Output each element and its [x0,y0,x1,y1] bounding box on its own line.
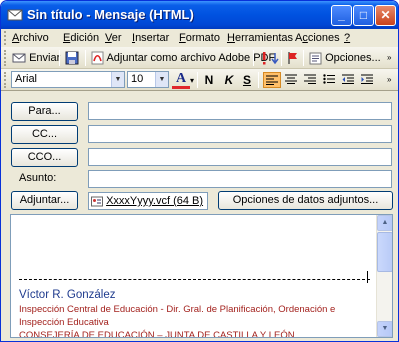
window-title: Sin título - Mensaje (HTML) [27,7,194,22]
menubar-grip[interactable] [4,31,7,45]
close-button[interactable]: ✕ [375,5,396,26]
to-button[interactable]: Para... [11,102,78,121]
menu-ver[interactable]: Ver [105,32,122,44]
attach-pdf-button[interactable]: Adjuntar como archivo Adobe PDF [91,50,275,66]
align-left-button[interactable] [263,72,281,88]
signature-name: Víctor R. González [19,289,116,301]
align-center-button[interactable] [282,72,300,88]
subject-field[interactable] [88,170,392,188]
scroll-thumb[interactable] [377,232,392,272]
title-bar[interactable]: Sin título - Mensaje (HTML) _ □ ✕ [1,1,398,29]
importance-high-button[interactable] [259,50,269,66]
save-button[interactable] [65,50,79,66]
increase-indent-icon [361,74,373,84]
send-icon [12,53,26,63]
align-center-icon [285,74,297,84]
font-family-select[interactable]: Arial ▼ [11,71,125,88]
align-left-icon [266,75,278,85]
to-field[interactable] [88,102,392,120]
message-window: Sin título - Mensaje (HTML) _ □ ✕ Archiv… [0,0,399,342]
font-size-value: 10 [131,73,144,85]
font-color-dropdown[interactable]: ▾ [190,73,194,89]
font-family-value: Arial [15,73,38,85]
toolbar-separator [281,50,282,66]
signature-text: Inspección Central de Educación - Dir. G… [19,303,369,338]
formatting-toolbar: Arial ▼ 10 ▼ A ▾ N K S » [1,69,398,91]
align-right-button[interactable] [301,72,319,88]
decrease-indent-icon [342,74,354,84]
options-label: Opciones... [325,52,381,64]
minimize-button[interactable]: _ [331,5,352,26]
underline-button[interactable]: S [238,72,256,88]
standard-toolbar: Enviar Adjuntar como archivo Adobe PDF O… [1,47,398,69]
toolbar-separator [59,50,60,66]
attach-pdf-label: Adjuntar como archivo Adobe PDF [106,52,276,64]
menu-insertar[interactable]: Insertar [132,32,169,44]
attach-button[interactable]: Adjuntar... [11,191,78,210]
toolbar-separator [303,50,304,66]
attachment-field[interactable]: XxxxYyyy.vcf (64 B) [88,192,208,210]
message-header-form: Para... CC... CCO... Asunto: Adjuntar...… [1,92,398,214]
toolbar-overflow-chevron[interactable]: » [387,50,391,66]
increase-indent-button[interactable] [358,72,376,88]
menu-herramientas[interactable]: Herramientas [227,32,293,44]
signature-line: Inspección Educativa [19,317,109,328]
down-arrow-icon [271,53,279,65]
attachment-name[interactable]: XxxxYyyy.vcf (64 B) [106,195,203,207]
align-right-icon [304,74,316,84]
options-icon [309,52,322,65]
signature-line: CONSEJERÍA DE EDUCACIÓN – JUNTA DE CASTI… [19,330,295,338]
attachment-options-button[interactable]: Opciones de datos adjuntos... [218,191,393,210]
scroll-up-button[interactable]: ▲ [377,215,392,231]
toolbar-grip[interactable] [4,72,7,88]
format-toolbar-overflow-chevron[interactable]: » [387,72,391,88]
bullet-list-icon [323,74,335,84]
importance-low-button[interactable] [271,50,279,66]
bullets-button[interactable] [320,72,338,88]
envelope-icon [7,9,23,21]
menu-acciones[interactable]: Acciones [295,32,340,44]
pdf-icon [91,51,104,65]
chevron-down-icon[interactable]: ▼ [111,72,124,87]
follow-up-flag-button[interactable] [287,50,299,66]
bcc-field[interactable] [88,148,392,166]
font-size-select[interactable]: 10 ▼ [127,71,169,88]
menu-bar: Archivo Edición Ver Insertar Formato Her… [1,29,398,47]
scroll-down-button[interactable]: ▼ [377,321,392,337]
vertical-scrollbar[interactable]: ▲ ▼ [376,215,392,337]
signature-separator [19,279,370,280]
toolbar-separator [197,72,198,88]
font-color-button[interactable]: A [172,72,190,89]
chevron-down-icon[interactable]: ▼ [155,72,168,87]
send-label: Enviar [29,52,61,64]
decrease-indent-button[interactable] [339,72,357,88]
bcc-button[interactable]: CCO... [11,148,78,167]
toolbar-separator [85,50,86,66]
toolbar-grip[interactable] [4,50,7,66]
exclamation-icon [263,52,266,65]
options-button[interactable]: Opciones... [309,50,381,66]
flag-icon [288,52,297,65]
send-button[interactable]: Enviar [12,50,60,66]
menu-formato[interactable]: Formato [179,32,220,44]
menu-archivo[interactable]: Archivo [12,32,49,44]
italic-button[interactable]: K [220,72,238,88]
menu-edicion[interactable]: Edición [63,32,99,44]
vcard-icon [91,196,103,207]
message-body[interactable]: Víctor R. González Inspección Central de… [10,214,393,338]
floppy-disk-icon [65,51,79,65]
subject-label: Asunto: [19,172,57,184]
maximize-button[interactable]: □ [353,5,374,26]
cc-button[interactable]: CC... [11,125,78,144]
signature-line: Inspección Central de Educación - Dir. G… [19,304,336,315]
menu-help[interactable]: ? [344,32,350,44]
toolbar-separator [253,50,254,66]
bold-button[interactable]: N [200,72,218,88]
toolbar-separator [258,72,259,88]
cc-field[interactable] [88,125,392,143]
text-cursor [367,271,368,283]
